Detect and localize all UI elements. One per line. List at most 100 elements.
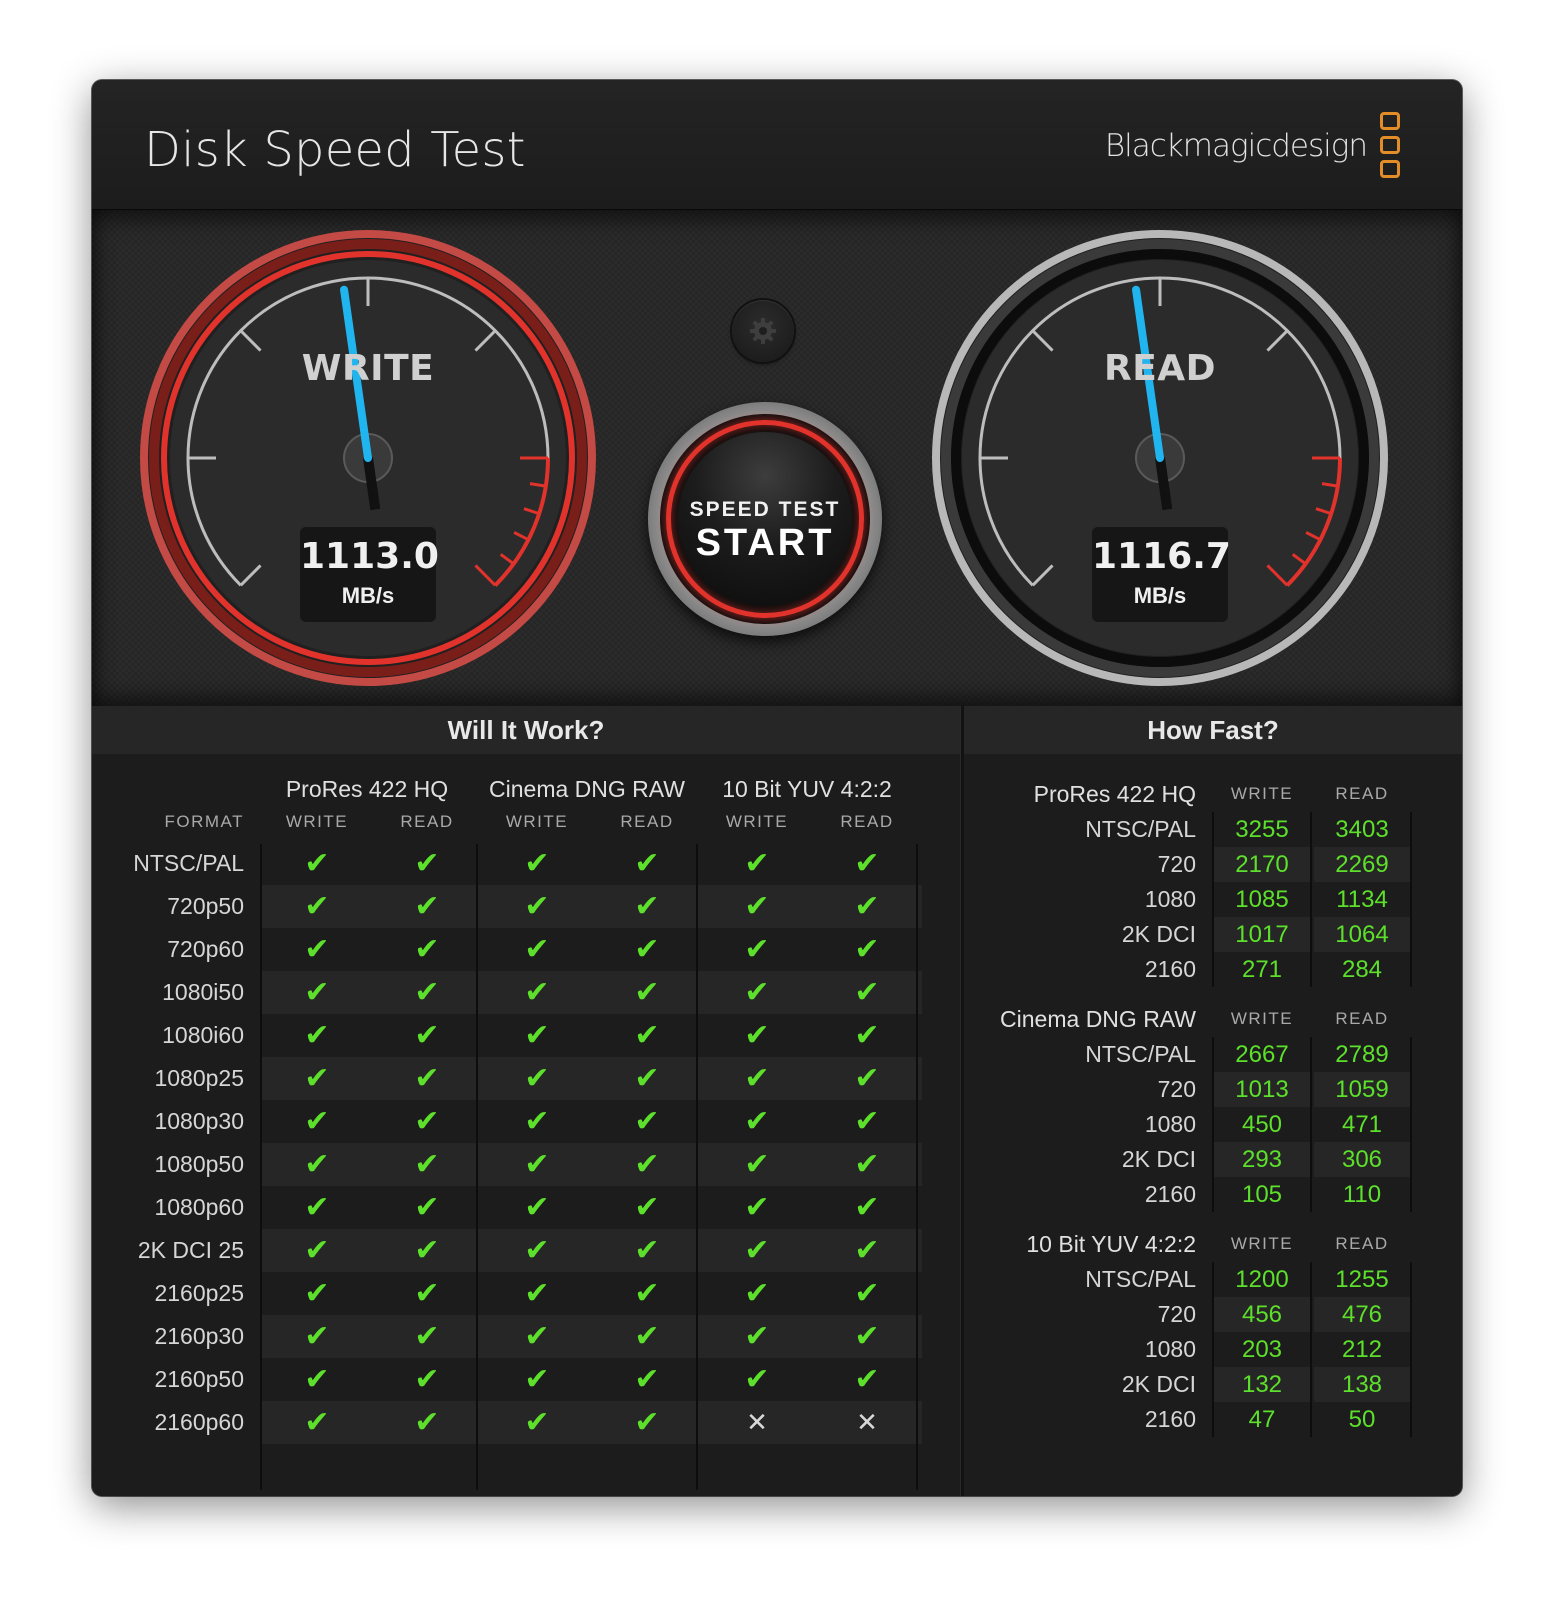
read-column-header: READ — [1335, 784, 1389, 803]
check-icon: ✔ — [304, 1019, 330, 1052]
check-icon: ✔ — [262, 971, 372, 1014]
check-icon: ✔ — [634, 1191, 660, 1224]
brand-name: Blackmagicdesign — [1104, 128, 1368, 164]
check-icon: ✔ — [372, 1401, 482, 1444]
check-icon: ✔ — [812, 1057, 922, 1100]
format-label: 720p60 — [167, 936, 244, 962]
write-fps-value: 3255 — [1235, 816, 1289, 843]
check-icon: ✔ — [524, 1363, 550, 1396]
read-fps-value: 1059 — [1314, 1072, 1410, 1107]
check-icon: ✔ — [262, 1057, 372, 1100]
settings-button[interactable] — [732, 300, 794, 362]
format-label: 1080i50 — [162, 979, 244, 1005]
write-fps-value: 271 — [1241, 956, 1283, 983]
blackmagic-logo-icon — [1380, 112, 1402, 184]
speed-test-start-button[interactable]: SPEED TEST START — [648, 402, 882, 636]
write-column-header: WRITE — [505, 812, 569, 831]
check-icon: ✔ — [812, 971, 922, 1014]
read-speed-unit: MB/s — [1133, 583, 1187, 608]
resolution-label: NTSC/PAL — [1085, 816, 1196, 842]
resolution-label: 1080 — [1144, 1111, 1196, 1137]
column-separator — [1310, 812, 1312, 987]
write-fps-value: 450 — [1241, 1111, 1283, 1138]
app-title: Disk Speed Test — [144, 122, 526, 178]
resolution-label: 2160 — [1144, 1406, 1196, 1432]
check-icon: ✔ — [414, 1105, 440, 1138]
start-button-caption: SPEED TEST — [689, 498, 841, 521]
read-gauge: READ 1116.7 MB/s — [924, 222, 1396, 694]
read-gauge-label: READ — [1103, 348, 1217, 389]
check-icon: ✔ — [482, 971, 592, 1014]
check-icon: ✔ — [812, 1143, 922, 1186]
check-icon: ✔ — [744, 1105, 770, 1138]
check-icon: ✔ — [592, 885, 702, 928]
check-icon: ✔ — [524, 1277, 550, 1310]
how-fast-group: 10 Bit YUV 4:2:2 WRITE READ NTSC/PAL 1200 125… — [964, 1226, 1462, 1438]
format-label: NTSC/PAL — [133, 850, 244, 876]
write-fps-value: 47 — [1248, 1406, 1276, 1433]
gauge-panel: WRITE 1113.0 MB/s SPEED TEST START READ … — [92, 210, 1462, 706]
column-separator — [260, 844, 262, 1490]
format-label: 2160p60 — [154, 1409, 244, 1435]
check-icon: ✔ — [854, 1019, 880, 1052]
check-icon: ✔ — [414, 1277, 440, 1310]
check-icon: ✔ — [304, 1105, 330, 1138]
check-icon: ✔ — [634, 1277, 660, 1310]
check-icon: ✔ — [744, 1277, 770, 1310]
read-column-header: READ — [1335, 1234, 1389, 1253]
read-column-header: READ — [400, 812, 454, 831]
write-fps-value: 2170 — [1214, 847, 1310, 882]
write-fps-value: 1200 — [1235, 1266, 1289, 1293]
read-fps-value: 212 — [1341, 1336, 1383, 1363]
format-label: 2160p30 — [154, 1323, 244, 1349]
table-row: 1080i50 ✔ ✔ ✔ ✔ ✔ ✔ — [92, 971, 960, 1014]
column-separator — [1410, 812, 1412, 987]
table-row: 2160p30 ✔ ✔ ✔ ✔ ✔ ✔ — [92, 1315, 960, 1358]
check-icon: ✔ — [634, 847, 660, 880]
check-icon: ✔ — [634, 1019, 660, 1052]
write-fps-value: 203 — [1241, 1336, 1283, 1363]
write-column-header: WRITE — [1230, 784, 1294, 803]
format-label: 2160p50 — [154, 1366, 244, 1392]
read-column-header: READ — [840, 812, 894, 831]
check-icon: ✔ — [372, 1315, 482, 1358]
resolution-label: 2K DCI — [1121, 1146, 1196, 1172]
will-it-work-table: FORMAT ProRes 422 HQ Cinema DNG RAW 10 Bit… — [92, 754, 960, 1496]
check-icon: ✔ — [854, 1105, 880, 1138]
gear-icon — [750, 318, 776, 344]
check-icon: ✔ — [854, 847, 880, 880]
will-it-work-title: Will It Work? — [92, 706, 960, 754]
check-icon: ✔ — [854, 1277, 880, 1310]
check-icon: ✔ — [702, 885, 812, 928]
table-row: 2160p25 ✔ ✔ ✔ ✔ ✔ ✔ — [92, 1272, 960, 1315]
read-fps-value: 2789 — [1335, 1041, 1389, 1068]
read-fps-value: 3403 — [1335, 816, 1389, 843]
check-icon: ✔ — [702, 1057, 812, 1100]
group-title: 10 Bit YUV 4:2:2 — [1026, 1231, 1196, 1257]
check-icon: ✔ — [372, 1143, 482, 1186]
column-separator — [1310, 1037, 1312, 1212]
read-fps-value: 476 — [1314, 1297, 1410, 1332]
group-title: 10 Bit YUV 4:2:2 — [722, 776, 892, 802]
check-icon: ✔ — [262, 1401, 372, 1444]
read-fps-value: 1255 — [1335, 1266, 1389, 1293]
column-separator — [1212, 1037, 1214, 1212]
cross-icon: ✕ — [702, 1401, 812, 1444]
read-fps-value: 138 — [1314, 1367, 1410, 1402]
format-label: 1080p30 — [154, 1108, 244, 1134]
check-icon: ✔ — [524, 1105, 550, 1138]
check-icon: ✔ — [414, 1363, 440, 1396]
check-icon: ✔ — [372, 971, 482, 1014]
read-fps-value: 471 — [1341, 1111, 1383, 1138]
column-separator — [1212, 812, 1214, 987]
check-icon: ✔ — [482, 885, 592, 928]
write-speed-unit: MB/s — [341, 583, 395, 608]
how-fast-group: ProRes 422 HQ WRITE READ NTSC/PAL 3255 3403 72… — [964, 776, 1462, 988]
table-row: 1080i60 ✔ ✔ ✔ ✔ ✔ ✔ — [92, 1014, 960, 1057]
column-separator — [696, 844, 698, 1490]
table-row: NTSC/PAL ✔ ✔ ✔ ✔ ✔ ✔ — [92, 842, 960, 885]
column-separator — [1212, 1262, 1214, 1437]
read-speed-value: 1116.7 — [1092, 536, 1231, 577]
check-icon: ✔ — [304, 1191, 330, 1224]
check-icon: ✔ — [744, 847, 770, 880]
